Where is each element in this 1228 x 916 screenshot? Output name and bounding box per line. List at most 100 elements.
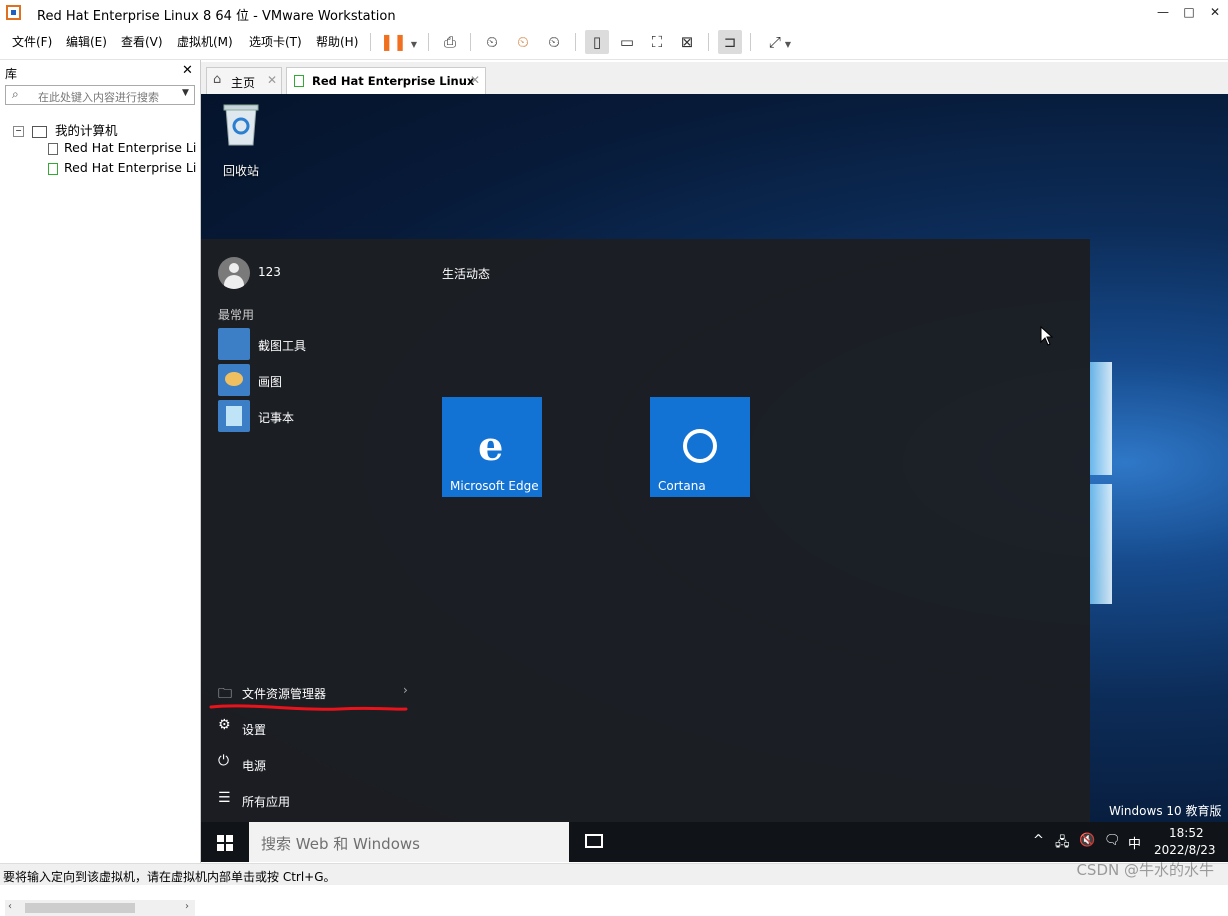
tab-close-icon[interactable]: ✕ [470,73,480,87]
toolbar-separator [575,33,576,51]
toolbar-separator [370,33,371,51]
avatar[interactable] [218,257,250,289]
toolbar-separator [708,33,709,51]
action-center-icon[interactable]: 🗨 [1104,833,1121,848]
show-library-icon[interactable]: ▯ [585,30,609,54]
all-apps-item[interactable]: 所有应用 [242,793,290,810]
tile-cortana[interactable]: Cortana [650,397,750,497]
windows-start-icon[interactable] [217,835,233,851]
menu-vm[interactable]: 虚拟机(M) [177,33,233,50]
status-bar: 要将输入定向到该虚拟机，请在虚拟机内部单击或按 Ctrl+G。 [0,863,1228,885]
horizontal-scrollbar[interactable]: ‹ › [5,900,195,916]
full-screen-icon[interactable]: ⛶ [645,30,669,54]
tree-item-vm-running[interactable]: Red Hat Enterprise Linux [48,160,196,175]
gear-icon: ⚙ [218,717,231,733]
tab-close-icon[interactable]: ✕ [267,73,277,87]
console-icon[interactable]: ⊐ [718,30,742,54]
tab-vm[interactable]: Red Hat Enterprise Linux ... ✕ [286,67,486,102]
search-icon: ⌕ [12,87,19,101]
snipping-tool-icon[interactable] [218,328,250,360]
mouse-cursor-icon [1040,326,1054,346]
snapshot-manager-icon[interactable]: ⏲ [542,30,566,54]
list-icon: ☰ [218,790,231,806]
scroll-left-icon[interactable]: ‹ [8,901,12,912]
toolbar-separator [428,33,429,51]
home-icon: ⌂ [213,72,222,87]
tree-root-label: 我的计算机 [54,123,118,138]
windows-logo-light [1090,484,1112,604]
tab-home-label: 主页 [231,76,256,90]
unity-icon[interactable]: ⊠ [675,30,699,54]
menu-edit[interactable]: 编辑(E) [66,33,107,50]
task-view-icon[interactable] [585,834,603,848]
menu-help[interactable]: 帮助(H) [316,33,358,50]
chevron-down-icon[interactable]: ▼ [182,88,189,98]
chevron-up-icon[interactable]: ^ [1033,833,1044,848]
clock-time[interactable]: 18:52 [1169,826,1204,840]
chevron-right-icon[interactable]: › [403,683,408,697]
stretch-view-icon[interactable]: ⤢ ▼ [760,30,800,54]
settings-item[interactable]: 设置 [242,721,266,738]
vm-running-icon [294,75,304,87]
app-notepad[interactable]: 记事本 [258,409,294,426]
library-close-button[interactable]: ✕ [182,63,193,78]
network-icon[interactable]: 🖧 [1055,833,1070,855]
tile-label: Cortana [658,479,706,493]
cortana-icon [683,429,717,463]
toolbar-separator [750,33,751,51]
library-panel: 库 ✕ ⌕ 在此处键入内容进行搜索 ▼ − 我的计算机 Red Hat Ente… [0,60,201,916]
menu-tabs[interactable]: 选项卡(T) [249,33,302,50]
taskbar-search-placeholder: 搜索 Web 和 Windows [261,835,420,853]
paint-icon[interactable] [218,364,250,396]
tab-home[interactable]: ⌂ 主页 ✕ [206,67,282,94]
vm-icon [48,142,58,155]
power-item[interactable]: 电源 [242,757,266,774]
toolbar-separator [470,33,471,51]
vmware-app-icon [6,5,21,20]
minimize-button[interactable]: — [1152,2,1174,22]
app-paint[interactable]: 画图 [258,373,282,390]
menu-file[interactable]: 文件(F) [12,33,52,50]
recycle-bin-icon [223,104,259,146]
red-annotation-underline [209,704,408,711]
file-explorer-item[interactable]: 文件资源管理器 [242,685,326,702]
status-text: 要将输入定向到该虚拟机，请在虚拟机内部单击或按 Ctrl+G。 [3,870,336,884]
clock-date[interactable]: 2022/8/23 [1154,843,1216,857]
ime-indicator[interactable]: 中 [1128,833,1141,852]
thumbnail-bar-icon[interactable]: ▭ [615,30,639,54]
recycle-bin-label: 回收站 [223,164,260,178]
library-header: 库 [5,67,18,81]
revert-snapshot-icon[interactable]: ⏲ [511,30,535,54]
tree-root[interactable]: − 我的计算机 [13,120,198,139]
start-menu: 123 最常用 截图工具 画图 记事本 生活动态 e Microsoft Edg… [201,239,1090,822]
vm-display[interactable]: 回收站 Windows 10 教育版 123 最常用 截图工具 画图 记事本 生… [201,94,1228,862]
volume-muted-icon[interactable]: 🔇 [1079,833,1095,848]
computer-icon [31,125,47,138]
menu-view[interactable]: 查看(V) [121,33,163,50]
scrollbar-thumb[interactable] [25,903,135,913]
tile-microsoft-edge[interactable]: e Microsoft Edge [442,397,542,497]
vm-running-icon [48,162,58,175]
tree-item-vm[interactable]: Red Hat Enterprise Linux [48,140,196,155]
library-search-placeholder: 在此处键入内容进行搜索 [38,91,159,104]
csdn-watermark: CSDN @牛水的水牛 [1076,861,1214,879]
close-button[interactable]: ✕ [1204,2,1226,22]
live-header: 生活动态 [442,267,491,281]
app-snipping-tool[interactable]: 截图工具 [258,337,306,354]
taskbar-search-input[interactable]: 搜索 Web 和 Windows [249,822,569,862]
collapse-icon[interactable]: − [13,126,24,137]
window-title: Red Hat Enterprise Linux 8 64 位 - VMware… [37,9,396,24]
notepad-icon[interactable] [218,400,250,432]
scroll-right-icon[interactable]: › [185,901,189,912]
windows-logo-light [1090,362,1112,475]
tab-bar: ⌂ 主页 ✕ Red Hat Enterprise Linux ... ✕ [201,62,1228,102]
send-ctrl-alt-del-icon[interactable]: ⎙ [438,30,462,54]
title-bar: Red Hat Enterprise Linux 8 64 位 - VMware… [0,0,1228,25]
maximize-button[interactable]: □ [1178,2,1200,22]
power-icon: ⏻ [218,753,230,769]
pause-icon[interactable]: ❚❚ ▼ [380,30,417,54]
library-search-input[interactable]: ⌕ 在此处键入内容进行搜索 ▼ [5,85,195,105]
user-name[interactable]: 123 [258,265,281,279]
snapshot-icon[interactable]: ⏲ [480,30,504,54]
menu-bar: 文件(F) 编辑(E) 查看(V) 虚拟机(M) 选项卡(T) 帮助(H) ❚❚… [0,25,1228,60]
